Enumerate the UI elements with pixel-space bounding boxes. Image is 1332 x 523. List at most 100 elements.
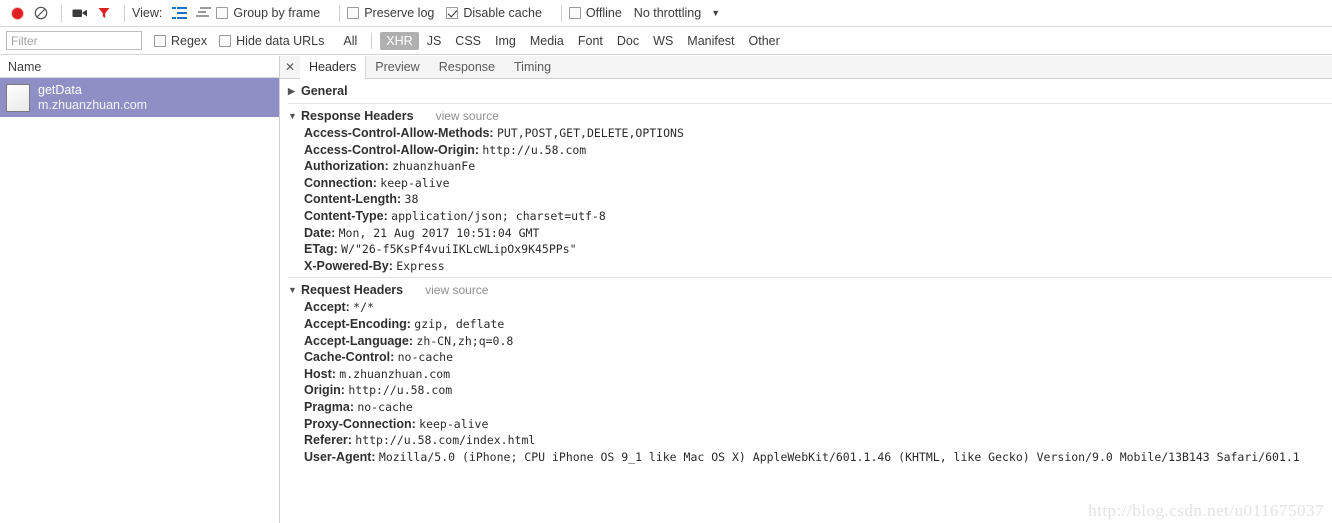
view-source-link-response[interactable]: view source <box>436 109 499 123</box>
disable-cache-label: Disable cache <box>463 6 542 20</box>
network-main: Name getData m.zhuanzhuan.com ✕ Headers … <box>0 56 1332 523</box>
section-response-headers[interactable]: ▼ Response Headers view source <box>280 107 1332 125</box>
section-response-headers-title: Response Headers <box>301 109 414 123</box>
regex-checkbox[interactable]: Regex <box>154 34 207 48</box>
header-value: 38 <box>404 192 419 207</box>
headers-content: ▶ General ▼ Response Headers view source… <box>280 79 1332 523</box>
chevron-down-icon: ▼ <box>288 285 297 296</box>
section-general-title: General <box>301 84 348 98</box>
tab-response[interactable]: Response <box>430 56 505 78</box>
header-name: Pragma: <box>304 399 355 414</box>
disable-cache-checkbox-box <box>446 7 459 19</box>
preserve-log-label: Preserve log <box>364 6 435 20</box>
filter-type-font[interactable]: Font <box>572 32 609 50</box>
header-name: Accept: <box>304 300 350 315</box>
record-dot-icon[interactable] <box>6 2 28 24</box>
header-value: application/json; charset=utf-8 <box>391 208 606 223</box>
filter-type-ws[interactable]: WS <box>647 32 679 50</box>
header-row: Authorization: zhuanzhuanFe <box>280 158 1332 175</box>
request-list-column-header[interactable]: Name <box>0 56 279 78</box>
view-source-link-request[interactable]: view source <box>425 283 488 297</box>
watermark-text: http://blog.csdn.net/u011675037 <box>1088 501 1324 520</box>
tab-headers[interactable]: Headers <box>300 56 367 79</box>
header-name: Origin: <box>304 383 345 398</box>
header-name: Referer: <box>304 433 352 448</box>
header-name: Host: <box>304 366 336 381</box>
disable-cache-checkbox[interactable]: Disable cache <box>446 6 542 20</box>
header-value: */* <box>353 300 374 315</box>
offline-checkbox[interactable]: Offline <box>568 6 622 20</box>
request-list-item-getdata[interactable]: getData m.zhuanzhuan.com <box>0 78 279 117</box>
offline-checkbox-box <box>568 7 581 19</box>
preserve-log-checkbox[interactable]: Preserve log <box>347 6 434 20</box>
header-row: Accept-Language: zh-CN,zh;q=0.8 <box>280 333 1332 350</box>
filter-funnel-icon[interactable] <box>93 2 115 24</box>
toolbar-divider <box>339 4 341 22</box>
header-name: User-Agent: <box>304 449 376 464</box>
header-name: Cache-Control: <box>304 350 395 365</box>
section-divider <box>288 103 1332 104</box>
header-value: no-cache <box>357 399 413 414</box>
header-value: keep-alive <box>419 416 489 431</box>
close-icon[interactable]: ✕ <box>280 56 300 78</box>
header-value: keep-alive <box>380 175 450 190</box>
header-row: Accept-Encoding: gzip, deflate <box>280 316 1332 333</box>
tab-timing[interactable]: Timing <box>505 56 561 78</box>
header-value: W/"26-f5KsPf4vuiIKLcWLipOx9K45PPs" <box>341 242 577 257</box>
group-by-frame-checkbox[interactable]: Group by frame <box>216 6 320 20</box>
filter-type-img[interactable]: Img <box>489 32 522 50</box>
header-row: Connection: keep-alive <box>280 175 1332 192</box>
filter-type-xhr[interactable]: XHR <box>380 31 419 50</box>
hide-data-urls-checkbox[interactable]: Hide data URLs <box>219 34 324 48</box>
offline-label: Offline <box>585 6 622 20</box>
header-row: Origin: http://u.58.com <box>280 382 1332 399</box>
chevron-down-icon[interactable]: ▼ <box>711 8 720 18</box>
header-name: Content-Type: <box>304 208 388 223</box>
waterfall-view-icon[interactable] <box>192 2 214 24</box>
header-value: http://u.58.com <box>482 142 587 157</box>
preserve-log-checkbox-box <box>347 7 360 19</box>
regex-checkbox-box <box>154 34 166 47</box>
header-name: Access-Control-Allow-Origin: <box>304 142 480 157</box>
filter-input[interactable] <box>6 31 142 50</box>
header-row: User-Agent: Mozilla/5.0 (iPhone; CPU iPh… <box>280 449 1332 466</box>
header-row: Referer: http://u.58.com/index.html <box>280 432 1332 449</box>
throttling-value[interactable]: No throttling <box>634 6 701 20</box>
filter-type-other[interactable]: Other <box>743 32 786 50</box>
filter-type-divider <box>371 32 373 49</box>
tab-preview[interactable]: Preview <box>366 56 429 78</box>
view-label: View: <box>132 6 163 20</box>
header-row: X-Powered-By: Express <box>280 258 1332 275</box>
filter-type-js[interactable]: JS <box>421 32 448 50</box>
filter-type-doc[interactable]: Doc <box>611 32 645 50</box>
filter-type-css[interactable]: CSS <box>449 32 487 50</box>
header-row: Cache-Control: no-cache <box>280 349 1332 366</box>
section-request-headers[interactable]: ▼ Request Headers view source <box>280 281 1332 299</box>
chevron-right-icon: ▶ <box>288 85 295 96</box>
header-name: Access-Control-Allow-Methods: <box>304 126 494 140</box>
network-toolbar: View: Group by frame Preserve log Disabl… <box>0 0 1332 27</box>
clear-circle-slash-icon[interactable] <box>30 2 52 24</box>
header-name: Authorization: <box>304 159 389 174</box>
header-value: Express <box>396 258 445 273</box>
group-by-frame-label: Group by frame <box>233 6 321 20</box>
section-general[interactable]: ▶ General <box>280 82 1332 100</box>
filter-type-media[interactable]: Media <box>524 32 570 50</box>
header-name: Connection: <box>304 175 377 190</box>
header-row: Proxy-Connection: keep-alive <box>280 416 1332 433</box>
toolbar-divider <box>560 4 562 22</box>
devtools-network-panel: View: Group by frame Preserve log Disabl… <box>0 0 1332 523</box>
hide-data-urls-checkbox-box <box>219 34 232 47</box>
header-value: gzip, deflate <box>414 316 505 331</box>
request-list-panel: Name getData m.zhuanzhuan.com <box>0 56 280 523</box>
header-name: Accept-Encoding: <box>304 316 411 331</box>
filter-type-manifest[interactable]: Manifest <box>681 32 740 50</box>
screenshot-camera-icon[interactable] <box>69 2 91 24</box>
header-row: ETag: W/"26-f5KsPf4vuiIKLcWLipOx9K45PPs" <box>280 241 1332 258</box>
filter-type-all[interactable]: All <box>337 32 363 50</box>
header-value: http://u.58.com <box>348 383 453 398</box>
filter-bar: Regex Hide data URLs All XHR JS CSS Img … <box>0 27 1332 55</box>
list-view-icon[interactable] <box>168 2 190 24</box>
toolbar-divider <box>124 4 125 22</box>
toolbar-divider <box>61 4 62 22</box>
